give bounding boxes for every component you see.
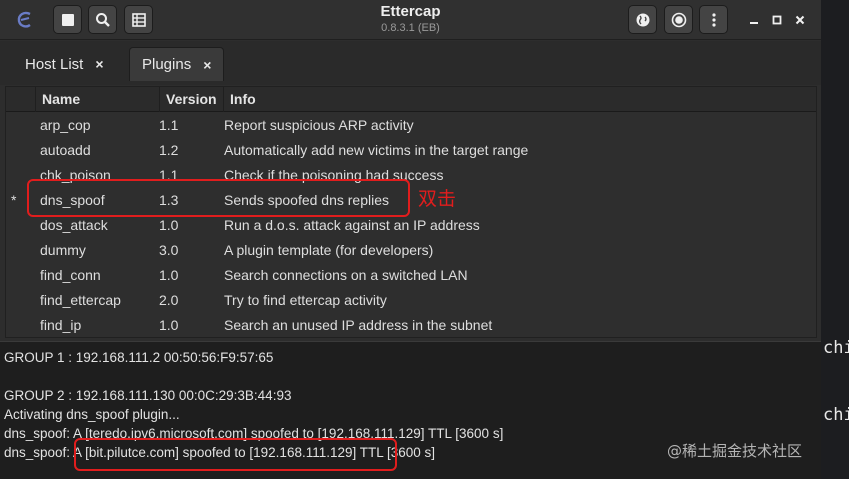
log-line: GROUP 2 : 192.168.111.130 00:0C:29:3B:44… [4,388,292,403]
column-header-info[interactable]: Info [223,87,816,112]
watermark: @稀土掘金技术社区 [667,442,803,460]
record-icon [671,12,686,27]
plugin-name: find_ettercap [40,292,121,308]
plugin-info: Search an unused IP address in the subne… [224,317,493,333]
tab-close-icon[interactable]: × [203,57,211,73]
plugin-active-mark: * [11,192,17,208]
minimize-button[interactable] [746,12,762,28]
plugin-version: 1.2 [159,142,179,158]
kebab-menu-icon [711,12,716,27]
plugin-version: 1.0 [159,267,179,283]
plugin-version: 1.1 [159,117,179,133]
annotation-highlight-log [74,438,397,471]
table-row[interactable]: dummy 3.0 A plugin template (for develop… [6,238,816,263]
window-title: Ettercap [380,3,441,20]
column-header-name[interactable]: Name [35,87,159,112]
terminal-text: chi [823,405,849,425]
table-row[interactable]: autoadd 1.2 Automatically add new victim… [6,138,816,163]
close-icon [795,15,805,25]
table-row[interactable]: arp_cop 1.1 Report suspicious ARP activi… [6,113,816,138]
terminal-text: chi [823,338,849,358]
maximize-button[interactable] [769,12,785,28]
globe-icon [636,13,649,26]
table-row[interactable]: find_ettercap 2.0 Try to find ettercap a… [6,288,816,313]
minimize-icon [750,22,758,24]
close-window-button[interactable] [792,12,808,28]
plugin-info: Search connections on a switched LAN [224,267,468,283]
log-line: GROUP 1 : 192.168.111.2 00:50:56:F9:57:6… [4,350,274,365]
column-header-version[interactable]: Version [159,87,223,112]
tab-host-list[interactable]: Host List × [13,47,116,81]
plugin-version: 3.0 [159,242,179,258]
plugin-name: autoadd [40,142,91,158]
table-row[interactable]: find_conn 1.0 Search connections on a sw… [6,263,816,288]
plugin-info: Report suspicious ARP activity [224,117,414,133]
tab-close-icon[interactable]: × [95,56,103,72]
ettercap-window: Ettercap 0.8.3.1 (EB) Host List × Plugin… [0,0,821,479]
tab-label: Plugins [142,56,192,73]
plugin-info: Automatically add new victims in the tar… [224,142,529,158]
tab-plugins[interactable]: Plugins × [129,47,225,81]
tab-label: Host List [25,55,84,73]
table-header: Name Version Info [6,87,816,112]
log-line: Activating dns_spoof plugin... [4,407,180,422]
record-button[interactable] [664,5,693,34]
plugin-name: find_conn [40,267,101,283]
mitm-button[interactable] [628,5,657,34]
plugin-info: A plugin template (for developers) [224,242,434,258]
plugin-name: arp_cop [40,117,91,133]
menu-button[interactable] [699,5,728,34]
table-row[interactable]: find_ip 1.0 Search an unused IP address … [6,313,816,337]
plugin-info: Try to find ettercap activity [224,292,387,308]
plugin-version: 1.0 [159,317,179,333]
annotation-label: 双击 [418,188,457,210]
background-terminal: chi chi [820,0,849,479]
plugin-name: find_ip [40,317,82,333]
maximize-icon [772,15,782,25]
plugin-version: 2.0 [159,292,179,308]
window-subtitle: 0.8.3.1 (EB) [381,22,440,34]
plugin-name: dummy [40,242,86,258]
tab-bar: Host List × Plugins × [0,41,821,85]
annotation-highlight-dns-spoof [27,179,410,217]
header-bar: Ettercap 0.8.3.1 (EB) [0,0,821,40]
